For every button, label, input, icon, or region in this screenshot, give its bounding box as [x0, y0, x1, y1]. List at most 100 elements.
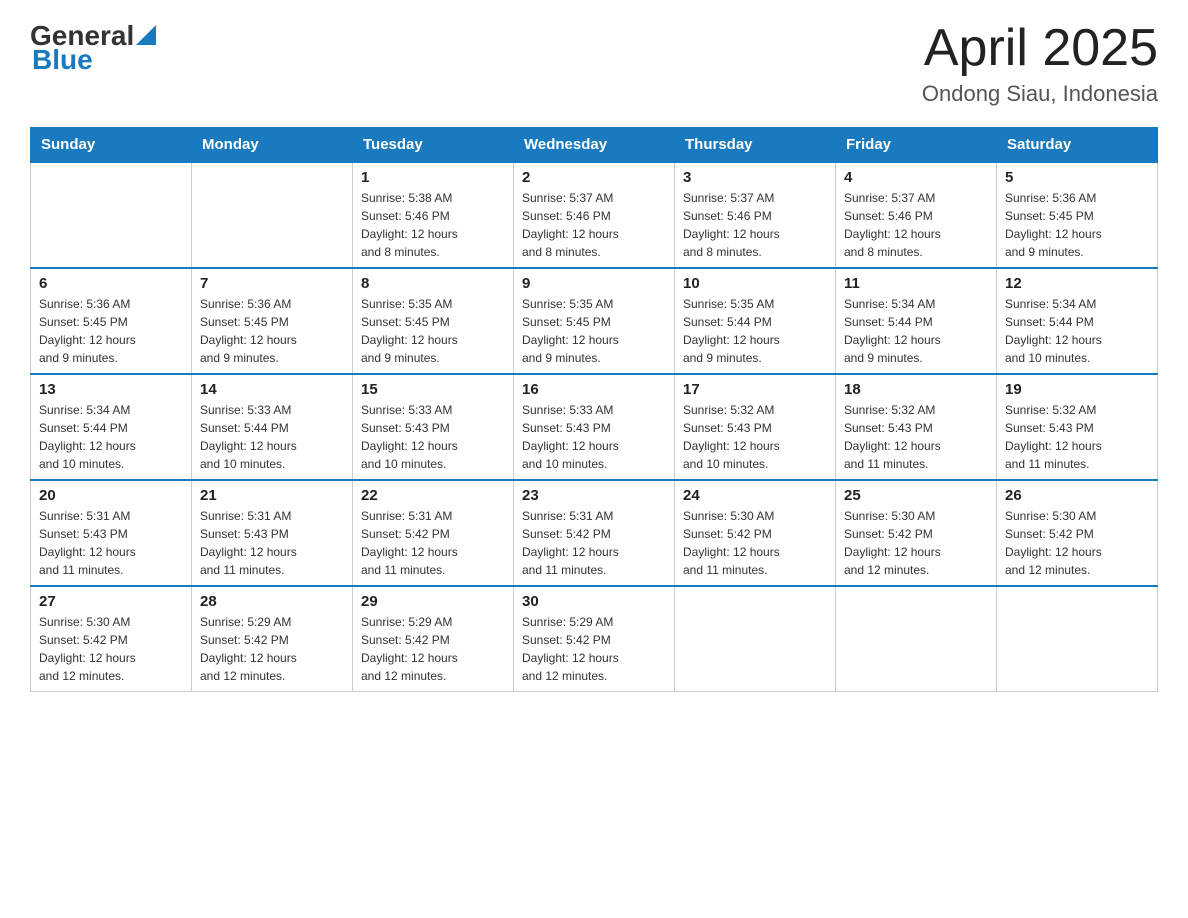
- calendar-cell: [31, 162, 192, 268]
- day-number: 7: [200, 275, 344, 292]
- day-number: 23: [522, 487, 666, 504]
- title-area: April 2025 Ondong Siau, Indonesia: [922, 20, 1158, 107]
- calendar-cell: 12 Sunrise: 5:34 AMSunset: 5:44 PMDayligh…: [997, 268, 1158, 374]
- day-number: 14: [200, 381, 344, 398]
- day-info: Sunrise: 5:31 AMSunset: 5:42 PMDaylight:…: [361, 507, 505, 579]
- day-number: 8: [361, 275, 505, 292]
- calendar-cell: 17Sunrise: 5:32 AMSunset: 5:43 PMDayligh…: [675, 374, 836, 480]
- day-info: Sunrise: 5:29 AMSunset: 5:42 PMDaylight:…: [522, 613, 666, 685]
- day-number: 22: [361, 487, 505, 504]
- calendar-cell: 13 Sunrise: 5:34 AMSunset: 5:44 PMDayligh…: [31, 374, 192, 480]
- calendar-cell: [836, 586, 997, 692]
- day-info: Sunrise: 5:31 AMSunset: 5:43 PMDaylight:…: [200, 507, 344, 579]
- week-row-2: 6 Sunrise: 5:36 AMSunset: 5:45 PMDaylight…: [31, 268, 1158, 374]
- day-info: Sunrise: 5:34 AMSunset: 5:44 PMDaylight:…: [844, 295, 988, 367]
- day-info: Sunrise: 5:35 AMSunset: 5:45 PMDaylight:…: [361, 295, 505, 367]
- day-number: 13: [39, 381, 183, 398]
- calendar-cell: 23 Sunrise: 5:31 AMSunset: 5:42 PMDayligh…: [514, 480, 675, 586]
- day-number: 16: [522, 381, 666, 398]
- day-number: 1: [361, 169, 505, 186]
- day-info: Sunrise: 5:33 AMSunset: 5:43 PMDaylight:…: [361, 401, 505, 473]
- day-number: 17: [683, 381, 827, 398]
- day-info: Sunrise: 5:31 AMSunset: 5:43 PMDaylight:…: [39, 507, 183, 579]
- day-info: Sunrise: 5:32 AMSunset: 5:43 PMDaylight:…: [1005, 401, 1149, 473]
- day-number: 26: [1005, 487, 1149, 504]
- col-header-sunday: Sunday: [31, 128, 192, 163]
- day-info: Sunrise: 5:37 AMSunset: 5:46 PMDaylight:…: [522, 189, 666, 261]
- day-info: Sunrise: 5:30 AMSunset: 5:42 PMDaylight:…: [844, 507, 988, 579]
- day-number: 24: [683, 487, 827, 504]
- calendar-cell: 9 Sunrise: 5:35 AMSunset: 5:45 PMDaylight…: [514, 268, 675, 374]
- calendar-cell: 14Sunrise: 5:33 AMSunset: 5:44 PMDayligh…: [192, 374, 353, 480]
- calendar-cell: 18 Sunrise: 5:32 AMSunset: 5:43 PMDayligh…: [836, 374, 997, 480]
- week-row-3: 13 Sunrise: 5:34 AMSunset: 5:44 PMDayligh…: [31, 374, 1158, 480]
- day-number: 10: [683, 275, 827, 292]
- calendar-cell: 30 Sunrise: 5:29 AMSunset: 5:42 PMDayligh…: [514, 586, 675, 692]
- day-info: Sunrise: 5:37 AMSunset: 5:46 PMDaylight:…: [683, 189, 827, 261]
- calendar-header-row: Sunday Monday Tuesday Wednesday Thursday…: [31, 128, 1158, 163]
- day-number: 19: [1005, 381, 1149, 398]
- calendar-cell: 22 Sunrise: 5:31 AMSunset: 5:42 PMDayligh…: [353, 480, 514, 586]
- day-info: Sunrise: 5:29 AMSunset: 5:42 PMDaylight:…: [200, 613, 344, 685]
- col-header-saturday: Saturday: [997, 128, 1158, 163]
- week-row-4: 20Sunrise: 5:31 AMSunset: 5:43 PMDayligh…: [31, 480, 1158, 586]
- calendar-cell: [675, 586, 836, 692]
- day-number: 21: [200, 487, 344, 504]
- col-header-monday: Monday: [192, 128, 353, 163]
- day-info: Sunrise: 5:36 AMSunset: 5:45 PMDaylight:…: [39, 295, 183, 367]
- day-number: 18: [844, 381, 988, 398]
- day-number: 15: [361, 381, 505, 398]
- col-header-thursday: Thursday: [675, 128, 836, 163]
- day-number: 12: [1005, 275, 1149, 292]
- day-number: 3: [683, 169, 827, 186]
- day-number: 28: [200, 593, 344, 610]
- calendar-cell: 19 Sunrise: 5:32 AMSunset: 5:43 PMDayligh…: [997, 374, 1158, 480]
- day-number: 9: [522, 275, 666, 292]
- calendar-cell: 24 Sunrise: 5:30 AMSunset: 5:42 PMDayligh…: [675, 480, 836, 586]
- day-info: Sunrise: 5:36 AMSunset: 5:45 PMDaylight:…: [1005, 189, 1149, 261]
- calendar-cell: 4Sunrise: 5:37 AMSunset: 5:46 PMDaylight…: [836, 162, 997, 268]
- day-number: 25: [844, 487, 988, 504]
- week-row-5: 27 Sunrise: 5:30 AMSunset: 5:42 PMDayligh…: [31, 586, 1158, 692]
- calendar-cell: 3 Sunrise: 5:37 AMSunset: 5:46 PMDaylight…: [675, 162, 836, 268]
- day-number: 30: [522, 593, 666, 610]
- calendar-cell: 21 Sunrise: 5:31 AMSunset: 5:43 PMDayligh…: [192, 480, 353, 586]
- calendar-cell: 7 Sunrise: 5:36 AMSunset: 5:45 PMDaylight…: [192, 268, 353, 374]
- location-subtitle: Ondong Siau, Indonesia: [922, 81, 1158, 107]
- calendar-cell: 5Sunrise: 5:36 AMSunset: 5:45 PMDaylight…: [997, 162, 1158, 268]
- logo: General Blue: [30, 20, 156, 76]
- day-info: Sunrise: 5:35 AMSunset: 5:44 PMDaylight:…: [683, 295, 827, 367]
- calendar-cell: 25 Sunrise: 5:30 AMSunset: 5:42 PMDayligh…: [836, 480, 997, 586]
- day-number: 27: [39, 593, 183, 610]
- calendar-cell: 2 Sunrise: 5:37 AMSunset: 5:46 PMDaylight…: [514, 162, 675, 268]
- calendar-cell: 29Sunrise: 5:29 AMSunset: 5:42 PMDayligh…: [353, 586, 514, 692]
- page-header: General Blue April 2025 Ondong Siau, Ind…: [30, 20, 1158, 107]
- col-header-tuesday: Tuesday: [353, 128, 514, 163]
- calendar-cell: [192, 162, 353, 268]
- day-info: Sunrise: 5:30 AMSunset: 5:42 PMDaylight:…: [39, 613, 183, 685]
- day-info: Sunrise: 5:33 AMSunset: 5:43 PMDaylight:…: [522, 401, 666, 473]
- logo-blue-text: Blue: [32, 44, 93, 76]
- day-info: Sunrise: 5:30 AMSunset: 5:42 PMDaylight:…: [1005, 507, 1149, 579]
- calendar-cell: 6 Sunrise: 5:36 AMSunset: 5:45 PMDaylight…: [31, 268, 192, 374]
- calendar-cell: 28 Sunrise: 5:29 AMSunset: 5:42 PMDayligh…: [192, 586, 353, 692]
- day-info: Sunrise: 5:36 AMSunset: 5:45 PMDaylight:…: [200, 295, 344, 367]
- calendar-cell: 16 Sunrise: 5:33 AMSunset: 5:43 PMDayligh…: [514, 374, 675, 480]
- calendar-cell: 20Sunrise: 5:31 AMSunset: 5:43 PMDayligh…: [31, 480, 192, 586]
- day-info: Sunrise: 5:34 AMSunset: 5:44 PMDaylight:…: [39, 401, 183, 473]
- day-info: Sunrise: 5:34 AMSunset: 5:44 PMDaylight:…: [1005, 295, 1149, 367]
- day-info: Sunrise: 5:31 AMSunset: 5:42 PMDaylight:…: [522, 507, 666, 579]
- day-number: 2: [522, 169, 666, 186]
- day-info: Sunrise: 5:30 AMSunset: 5:42 PMDaylight:…: [683, 507, 827, 579]
- col-header-friday: Friday: [836, 128, 997, 163]
- calendar-cell: [997, 586, 1158, 692]
- day-info: Sunrise: 5:29 AMSunset: 5:42 PMDaylight:…: [361, 613, 505, 685]
- day-info: Sunrise: 5:37 AMSunset: 5:46 PMDaylight:…: [844, 189, 988, 261]
- week-row-1: 1Sunrise: 5:38 AMSunset: 5:46 PMDaylight…: [31, 162, 1158, 268]
- calendar-cell: 26 Sunrise: 5:30 AMSunset: 5:42 PMDayligh…: [997, 480, 1158, 586]
- day-number: 6: [39, 275, 183, 292]
- day-info: Sunrise: 5:35 AMSunset: 5:45 PMDaylight:…: [522, 295, 666, 367]
- logo-triangle-icon: [136, 25, 156, 45]
- month-title: April 2025: [922, 20, 1158, 77]
- day-info: Sunrise: 5:32 AMSunset: 5:43 PMDaylight:…: [844, 401, 988, 473]
